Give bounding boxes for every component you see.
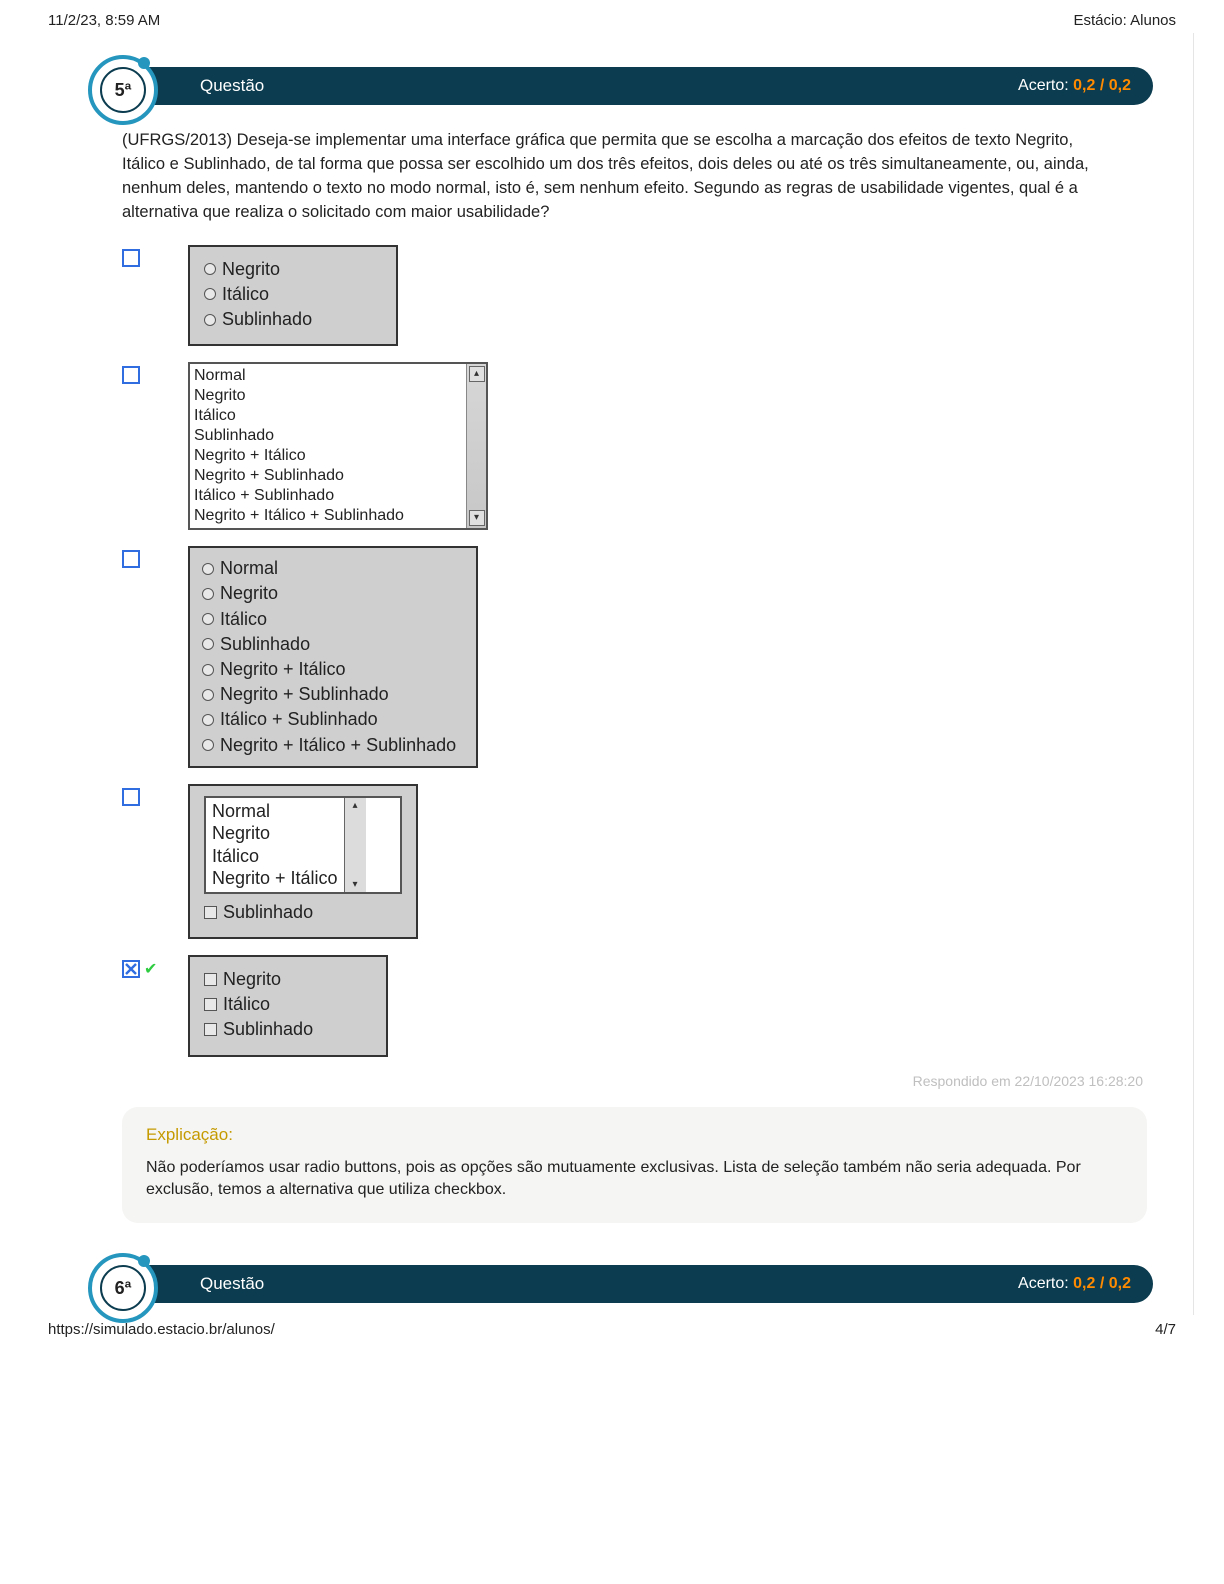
checkbox-icon	[204, 1023, 217, 1036]
checkbox-icon	[122, 550, 140, 568]
checkbox-icon	[204, 906, 217, 919]
explanation-box: Explicação: Não poderíamos usar radio bu…	[122, 1107, 1147, 1224]
check-correct-icon: ✔	[144, 959, 157, 979]
scroll-down-icon[interactable]: ▾	[469, 510, 485, 526]
radio-icon	[204, 288, 216, 300]
question-header: 5ª Questão Acerto: 0,2 / 0,2	[70, 61, 1153, 109]
scroll-up-icon[interactable]: ▴	[469, 366, 485, 382]
checkbox-wrong-icon	[122, 960, 140, 978]
print-title: Estácio: Alunos	[1073, 12, 1176, 29]
radio-icon	[202, 664, 214, 676]
print-footer: https://simulado.estacio.br/alunos/ 4/7	[0, 1315, 1224, 1356]
answer-options: Negrito Itálico Sublinhado Normal Negrit…	[122, 245, 1153, 1057]
score-max: 0,2	[1109, 1275, 1131, 1292]
option-d[interactable]: Normal Negrito Itálico Negrito + Itálico…	[122, 784, 1153, 939]
print-header: 11/2/23, 8:59 AM Estácio: Alunos	[0, 0, 1224, 33]
score-earned: 0,2	[1073, 1275, 1095, 1292]
option-e[interactable]: ✔ Negrito Itálico Sublinhado	[122, 955, 1153, 1057]
score-earned: 0,2	[1073, 77, 1095, 94]
explanation-text: Não poderíamos usar radio buttons, pois …	[146, 1157, 1123, 1202]
checkbox-icon	[122, 366, 140, 384]
score-block: Acerto: 0,2 / 0,2	[1018, 77, 1131, 95]
radio-icon	[202, 739, 214, 751]
question-number: 6ª	[100, 1265, 146, 1311]
option-a[interactable]: Negrito Itálico Sublinhado	[122, 245, 1153, 347]
score-max: 0,2	[1109, 77, 1131, 94]
question-stem: (UFRGS/2013) Deseja-se implementar uma i…	[122, 129, 1113, 225]
checkbox-icon	[204, 998, 217, 1011]
option-e-widget: Negrito Itálico Sublinhado	[188, 955, 388, 1057]
checkbox-icon	[122, 788, 140, 806]
dropdown-icon[interactable]: ▴▾	[344, 798, 366, 892]
radio-icon	[202, 689, 214, 701]
option-a-widget: Negrito Itálico Sublinhado	[188, 245, 398, 347]
option-b[interactable]: Normal Negrito Itálico Sublinhado Negrit…	[122, 362, 1153, 530]
footer-page: 4/7	[1155, 1321, 1176, 1338]
option-b-widget: Normal Negrito Itálico Sublinhado Negrit…	[188, 362, 488, 530]
radio-icon	[202, 613, 214, 625]
responded-timestamp: Respondido em 22/10/2023 16:28:20	[70, 1073, 1143, 1089]
question-6: 6ª Questão Acerto: 0,2 / 0,2	[70, 1259, 1153, 1307]
explanation-heading: Explicação:	[146, 1125, 1123, 1145]
scrollbar[interactable]: ▴ ▾	[466, 364, 486, 528]
radio-icon	[202, 563, 214, 575]
radio-icon	[202, 714, 214, 726]
question-number-badge: 6ª	[88, 1253, 158, 1323]
question-number: 5ª	[100, 67, 146, 113]
question-number-badge: 5ª	[88, 55, 158, 125]
option-c[interactable]: Normal Negrito Itálico Sublinhado Negrit…	[122, 546, 1153, 768]
option-c-widget: Normal Negrito Itálico Sublinhado Negrit…	[188, 546, 478, 768]
score-block: Acerto: 0,2 / 0,2	[1018, 1275, 1131, 1293]
footer-url: https://simulado.estacio.br/alunos/	[48, 1321, 275, 1338]
question-header: 6ª Questão Acerto: 0,2 / 0,2	[70, 1259, 1153, 1307]
question-label: Questão	[200, 1274, 264, 1294]
option-d-widget: Normal Negrito Itálico Negrito + Itálico…	[188, 784, 418, 939]
page-body: 5ª Questão Acerto: 0,2 / 0,2 (UFRGS/2013…	[30, 33, 1194, 1315]
radio-icon	[204, 263, 216, 275]
print-datetime: 11/2/23, 8:59 AM	[48, 12, 160, 29]
checkbox-icon	[204, 973, 217, 986]
radio-icon	[202, 638, 214, 650]
checkbox-icon	[122, 249, 140, 267]
radio-icon	[204, 314, 216, 326]
question-label: Questão	[200, 76, 264, 96]
radio-icon	[202, 588, 214, 600]
question-5: 5ª Questão Acerto: 0,2 / 0,2 (UFRGS/2013…	[70, 61, 1153, 1223]
